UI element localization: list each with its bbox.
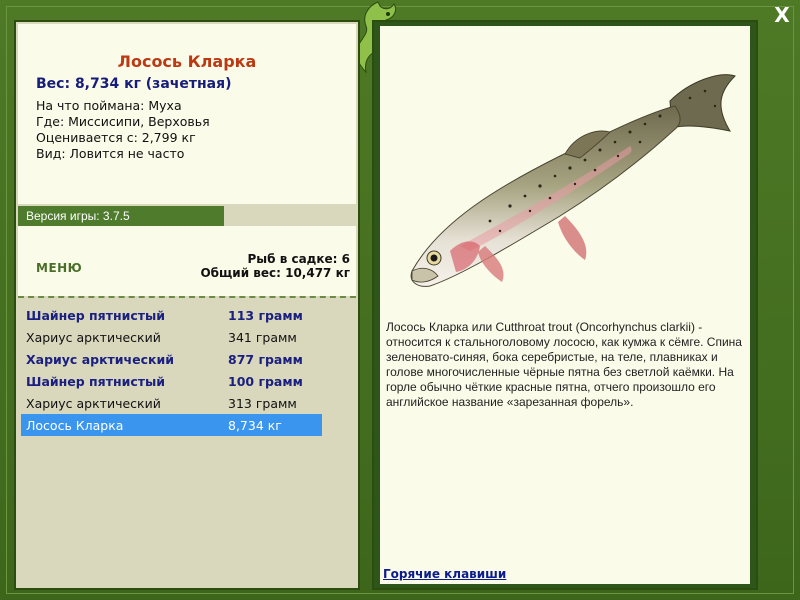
catch-row[interactable]: Хариус арктический 877 грамм (21, 348, 322, 370)
catch-name: Хариус арктический (26, 396, 161, 411)
fish-weight: Вес: 8,734 кг (зачетная) (36, 76, 232, 92)
right-panel: Лосось Кларка или Cutthroat trout (Oncor… (372, 20, 758, 590)
hotkeys-link[interactable]: Горячие клавиши (383, 567, 506, 581)
caught-where: Где: Миссисипи, Верховья (36, 114, 210, 129)
catch-row[interactable]: Шайнер пятнистый 100 грамм (21, 370, 322, 392)
trout-image (410, 74, 736, 287)
total-weight: Общий вес: 10,477 кг (200, 266, 350, 280)
catch-weight: 100 грамм (228, 374, 303, 389)
cage-stats: Рыб в садке: 6 Общий вес: 10,477 кг (200, 252, 350, 280)
catch-name: Хариус арктический (26, 352, 175, 367)
close-icon[interactable]: X (774, 3, 789, 27)
catch-row[interactable]: Шайнер пятнистый 113 грамм (21, 304, 322, 326)
catch-name: Лосось Кларка (26, 418, 124, 433)
catch-name: Хариус арктический (26, 330, 161, 345)
catch-list: Шайнер пятнистый 113 грамм Хариус арктич… (21, 304, 322, 436)
fish-info: Лосось Кларка Вес: 8,734 кг (зачетная) Н… (18, 24, 356, 204)
catch-name: Шайнер пятнистый (26, 308, 166, 323)
close-button[interactable]: X (771, 4, 793, 26)
fish-detail: Лосось Кларка или Cutthroat trout (Oncor… (380, 26, 750, 584)
rarity: Вид: Ловится не часто (36, 146, 185, 161)
catch-name: Шайнер пятнистый (26, 374, 166, 389)
cage-summary-area: МЕНЮ Рыб в садке: 6 Общий вес: 10,477 кг (18, 226, 356, 296)
game-version: Версия игры: 3.7.5 (18, 206, 224, 226)
catch-weight: 113 грамм (228, 308, 303, 323)
catch-row[interactable]: Хариус арктический 313 грамм (21, 392, 322, 414)
catch-row[interactable]: Лосось Кларка 8,734 кг (21, 414, 322, 436)
catch-weight: 341 грамм (228, 330, 297, 345)
fish-description: Лосось Кларка или Cutthroat trout (Oncor… (386, 320, 742, 409)
caught-with: На что поймана: Муха (36, 98, 182, 113)
menu-button[interactable]: МЕНЮ (36, 261, 82, 275)
left-panel: Лосось Кларка Вес: 8,734 кг (зачетная) Н… (14, 20, 360, 590)
catch-weight: 877 грамм (228, 352, 303, 367)
divider (18, 296, 356, 298)
catch-weight: 313 грамм (228, 396, 297, 411)
catch-weight: 8,734 кг (228, 418, 282, 433)
fish-title: Лосось Кларка (117, 52, 257, 71)
catch-row[interactable]: Хариус арктический 341 грамм (21, 326, 322, 348)
fish-count: Рыб в садке: 6 (247, 252, 351, 266)
rated-from: Оценивается с: 2,799 кг (36, 130, 196, 145)
